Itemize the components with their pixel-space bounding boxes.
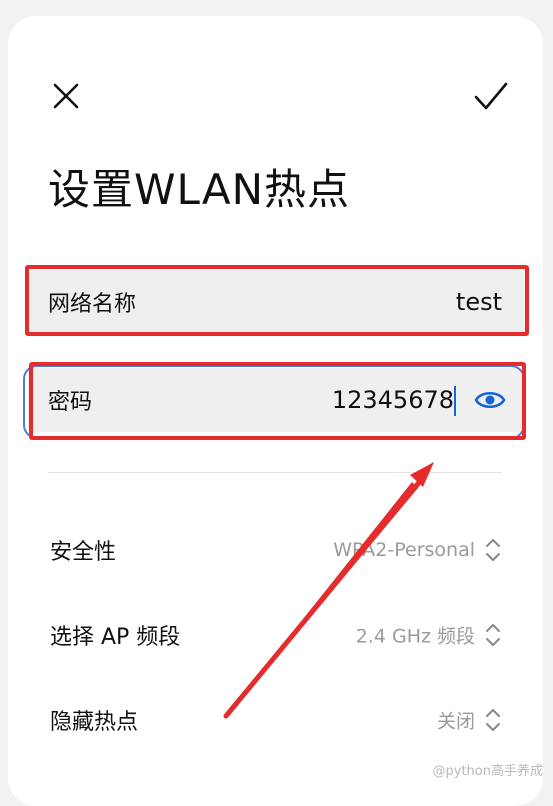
ap-band-value: 2.4 GHz 频段 — [356, 622, 475, 649]
chevron-up-down-icon — [485, 622, 501, 648]
page-title: 设置WLAN热点 — [48, 156, 350, 217]
watermark: @python高手养成 — [433, 760, 543, 779]
chevron-up-down-icon — [485, 707, 501, 733]
close-button[interactable] — [48, 78, 84, 114]
eye-icon — [474, 389, 506, 411]
password-input[interactable]: 12345678 — [332, 386, 454, 414]
network-name-field[interactable]: 网络名称 test — [28, 270, 526, 334]
text-caret — [454, 386, 456, 416]
security-label: 安全性 — [50, 534, 116, 566]
hidden-hotspot-value: 关闭 — [437, 707, 475, 734]
ap-band-label: 选择 AP 频段 — [50, 619, 180, 651]
network-name-label: 网络名称 — [48, 286, 136, 318]
chevron-up-down-icon — [485, 537, 501, 563]
network-name-input[interactable]: test — [456, 288, 502, 316]
password-label: 密码 — [48, 384, 92, 416]
security-value: WPA2-Personal — [333, 539, 475, 561]
security-setting-row[interactable]: 安全性 WPA2-Personal — [0, 520, 553, 580]
close-icon — [52, 82, 80, 110]
confirm-button[interactable] — [470, 76, 512, 116]
section-divider — [48, 472, 502, 473]
password-field[interactable]: 密码 12345678 — [28, 368, 526, 432]
hidden-hotspot-label: 隐藏热点 — [50, 704, 138, 736]
hidden-hotspot-setting-row[interactable]: 隐藏热点 关闭 — [0, 690, 553, 750]
check-icon — [473, 81, 509, 111]
ap-band-setting-row[interactable]: 选择 AP 频段 2.4 GHz 频段 — [0, 605, 553, 665]
toggle-password-visibility-button[interactable] — [474, 388, 506, 412]
